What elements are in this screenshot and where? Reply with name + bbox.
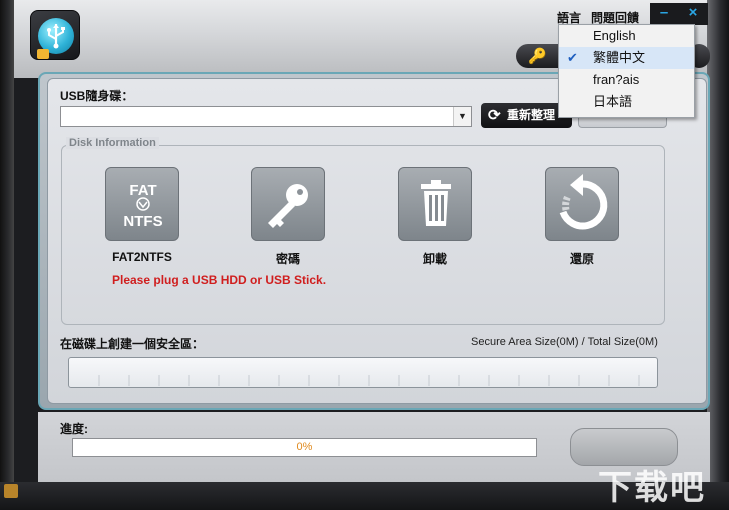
ntfs-text: NTFS [123,213,162,230]
language-option-japanese[interactable]: 日本語 [559,91,694,113]
warning-message: Please plug a USB HDD or USB Stick. [112,273,327,287]
language-option-label: 日本語 [593,94,633,109]
window-right-edge [707,0,729,510]
refresh-button-label: 重新整理 [507,108,556,122]
fat-text: FAT [129,182,156,199]
check-icon: ✔ [567,50,578,65]
language-option-french[interactable]: fran?ais [559,69,694,91]
secure-area-slider[interactable] [68,357,658,388]
password-button[interactable] [251,167,325,241]
status-indicator-icon [4,484,18,498]
fat-ntfs-icon: FAT NTFS [123,182,162,230]
app-window: 語言 問題回饋 – × 🔑 USB隨身碟： ▼ ⟳ 重新整理 Disk Info… [0,0,729,510]
key-icon [268,184,308,228]
restore-label: 還原 [569,252,594,266]
fat2ntfs-label: FAT2NTFS [112,250,172,264]
fat2ntfs-button[interactable]: FAT NTFS [105,167,179,241]
language-option-traditional-chinese[interactable]: ✔ 繁體中文 [559,47,694,69]
secure-area-label: 在磁碟上創建一個安全區： [60,337,205,351]
uninstall-button[interactable] [398,167,472,241]
language-dropdown: English ✔ 繁體中文 fran?ais 日本語 [558,24,695,118]
close-button[interactable]: × [678,3,708,25]
language-option-label: English [593,28,636,43]
disk-information-legend: Disk Information [66,137,159,149]
language-option-label: 繁體中文 [593,50,646,65]
progress-bar: 0% [72,438,537,457]
slider-ticks [98,375,640,386]
usb-app-icon [30,10,80,60]
minimize-button[interactable]: – [650,3,678,25]
refresh-icon: ⟳ [488,107,501,124]
restore-icon [559,174,608,230]
usb-drive-select[interactable]: ▼ [60,106,472,127]
uninstall-label: 卸載 [422,252,447,266]
language-option-label: fran?ais [593,72,640,87]
usb-drive-label: USB隨身碟： [60,89,134,103]
trash-icon [421,180,451,226]
language-option-english[interactable]: English [559,25,694,47]
key-icon: 🔑 [528,48,547,65]
restore-button[interactable] [545,167,619,241]
chevron-down-icon[interactable]: ▼ [453,107,471,126]
password-label: 密碼 [275,252,300,266]
progress-label: 進度: [60,422,88,436]
progress-percent: 0% [296,441,313,453]
secure-area-size-info: Secure Area Size(0M) / Total Size(0M) [471,336,658,348]
watermark: 下载吧 [598,468,706,508]
